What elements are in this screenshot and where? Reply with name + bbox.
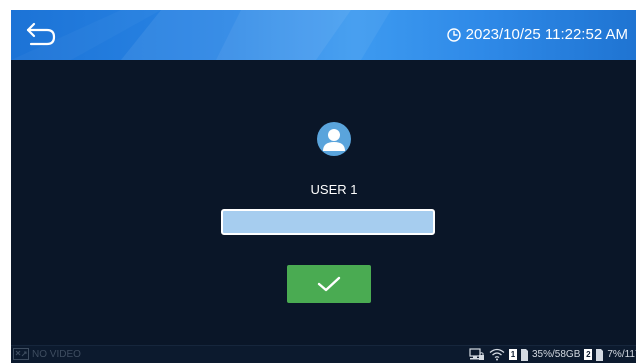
no-video-indicator: NO VIDEO (13, 348, 81, 360)
datetime-text: 2023/10/25 11:22:52 AM (465, 26, 628, 43)
no-video-text: NO VIDEO (32, 348, 81, 360)
back-button[interactable] (25, 20, 59, 50)
storage1-index: 1 (509, 349, 517, 360)
status-bar: NO VIDEO 1 35%/58GB 2 7%/11 (11, 345, 636, 363)
checkmark-icon (317, 276, 341, 292)
login-screen: 2023/10/25 11:22:52 AM USER 1 NO VIDEO 1… (11, 10, 636, 363)
storage2-usage: 7%/117GB (607, 349, 636, 360)
network-lock-icon (469, 348, 484, 360)
back-arrow-icon (26, 22, 56, 46)
user-avatar-icon (317, 122, 351, 156)
confirm-login-button[interactable] (287, 265, 371, 303)
status-indicators: 1 35%/58GB 2 7%/117GB 0% (469, 348, 636, 361)
clock-icon (446, 27, 461, 42)
storage-card-icon (596, 348, 604, 361)
storage1-usage: 35%/58GB (532, 349, 581, 360)
storage-card-icon (521, 348, 528, 361)
password-input[interactable] (221, 209, 435, 235)
wifi-icon (489, 348, 505, 361)
no-video-icon (13, 348, 29, 360)
username-label: USER 1 (310, 182, 358, 197)
storage2-index: 2 (584, 349, 593, 360)
system-datetime: 2023/10/25 11:22:52 AM (446, 26, 628, 43)
top-header-bar: 2023/10/25 11:22:52 AM (11, 10, 636, 60)
